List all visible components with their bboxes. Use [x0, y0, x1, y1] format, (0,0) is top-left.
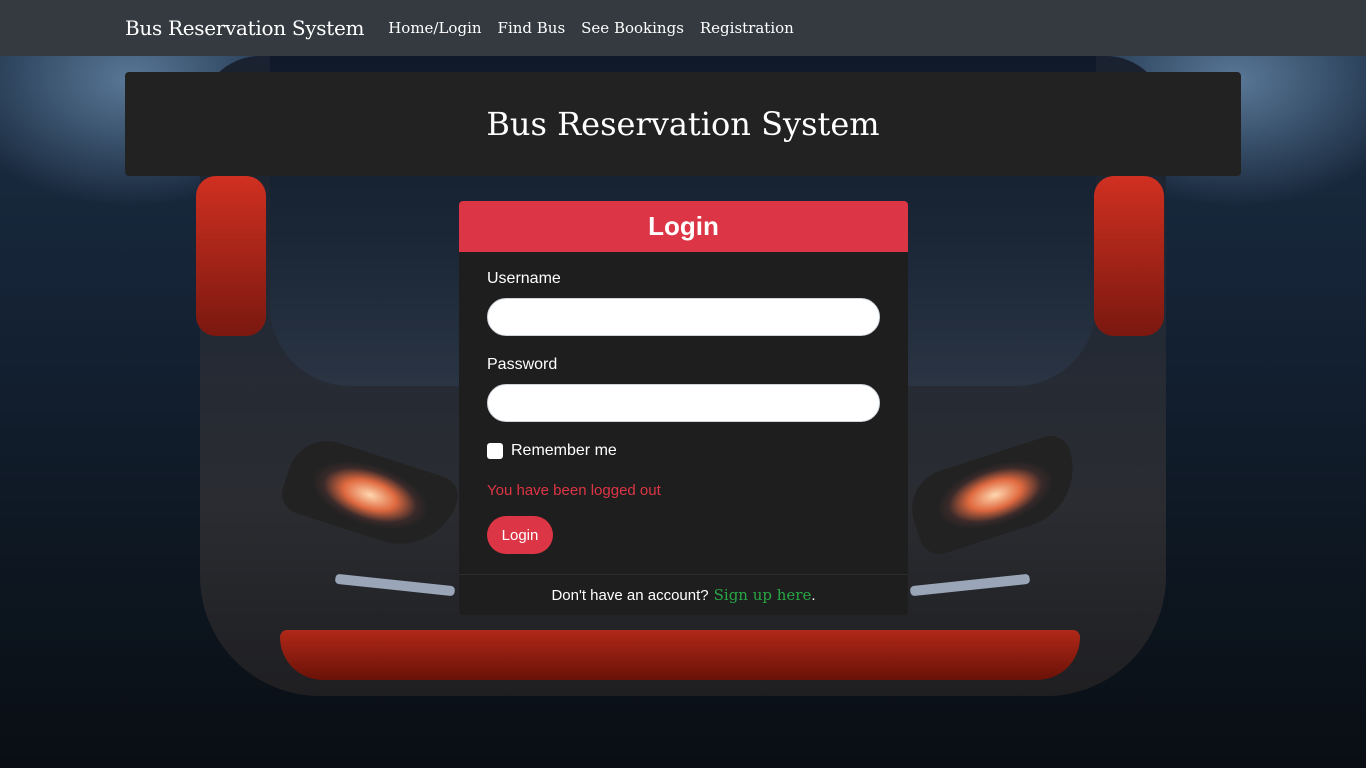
navbar-brand[interactable]: Bus Reservation System [125, 16, 365, 40]
footer-period: . [811, 586, 816, 604]
remember-me-row: Remember me [487, 442, 880, 460]
remember-me-checkbox[interactable] [487, 443, 503, 459]
logout-message: You have been logged out [487, 482, 661, 499]
login-button[interactable]: Login [487, 516, 553, 554]
login-form: Username Password Remember me You have b… [459, 252, 908, 554]
footer-text: Don't have an account? [551, 586, 709, 604]
username-input[interactable] [487, 298, 880, 336]
login-card-title: Login [648, 211, 719, 241]
nav-link-registration[interactable]: Registration [700, 19, 794, 37]
username-label: Username [487, 270, 561, 287]
login-card-header: Login [459, 201, 908, 252]
bus-bumper [280, 630, 1080, 680]
login-card-footer: Don't have an account? Sign up here . [459, 574, 908, 615]
login-card: Login Username Password Remember me You … [459, 201, 908, 615]
page-title: Bus Reservation System [486, 105, 880, 143]
password-label: Password [487, 356, 558, 373]
bus-light-right [1094, 176, 1164, 336]
signup-link[interactable]: Sign up here [714, 586, 812, 604]
nav-link-see-bookings[interactable]: See Bookings [581, 19, 684, 37]
bus-light-left [196, 176, 266, 336]
jumbotron: Bus Reservation System [125, 72, 1241, 176]
navbar: Bus Reservation System Home/Login Find B… [0, 0, 1366, 56]
nav-link-find-bus[interactable]: Find Bus [498, 19, 566, 37]
remember-me-label[interactable]: Remember me [511, 442, 617, 460]
password-input[interactable] [487, 384, 880, 422]
nav-link-home-login[interactable]: Home/Login [388, 19, 481, 37]
